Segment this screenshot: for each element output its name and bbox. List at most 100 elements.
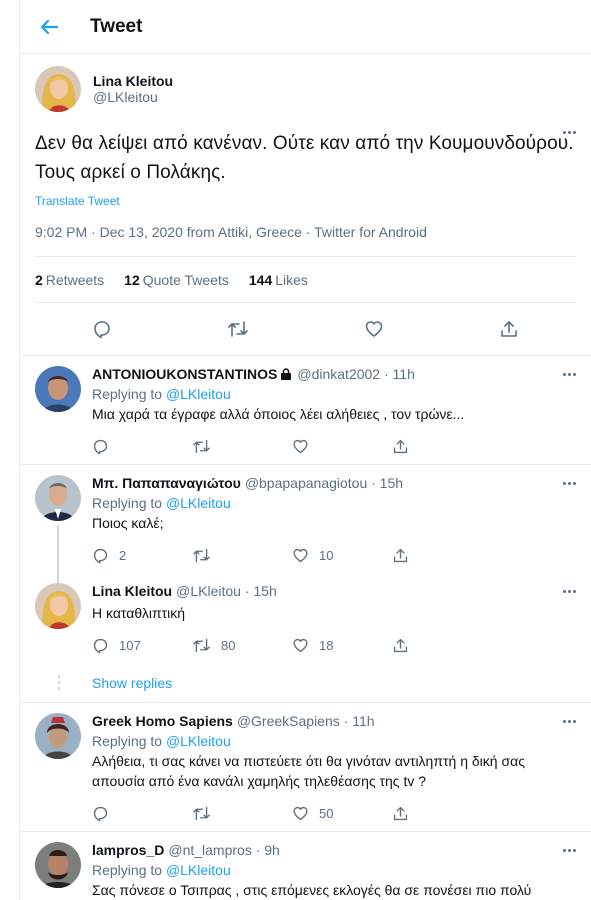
share-icon[interactable] xyxy=(392,438,492,455)
replying-prefix: Replying to xyxy=(92,733,163,749)
retweets-label: Retweets xyxy=(45,272,105,288)
likes-label: Likes xyxy=(275,272,308,288)
author-name[interactable]: Lina Kleitou xyxy=(93,73,173,89)
reply-item[interactable]: lampros_D @nt_lampros · 9h Replying to @… xyxy=(20,832,591,900)
quotes-label: Quote Tweets xyxy=(142,272,229,288)
replying-prefix: Replying to xyxy=(92,495,163,511)
reply-text: Ποιος καλέ; xyxy=(92,515,164,531)
tweet-author: Lina Kleitou @LKleitou xyxy=(35,54,576,134)
tweet-text: Δεν θα λείψει από κανέναν. Ούτε καν από … xyxy=(35,133,574,183)
reply-icon[interactable] xyxy=(92,438,192,455)
page-title: Tweet xyxy=(90,15,143,37)
show-replies-link[interactable]: Show replies xyxy=(92,675,172,691)
reply-text: Η καταθλιπτική xyxy=(92,605,186,621)
retweets-stat[interactable]: 2 Retweets xyxy=(35,272,104,288)
quotes-count: 12 xyxy=(124,272,140,288)
retweets-count: 2 xyxy=(35,272,43,288)
tweet-actions xyxy=(35,303,576,355)
replying-prefix: Replying to xyxy=(92,862,163,878)
reply-item[interactable]: ANTONIOUKONSTANTINOS @dinkat2002 · 11h R… xyxy=(20,356,591,465)
likes-stat[interactable]: 144 Likes xyxy=(249,272,308,288)
retweet-icon[interactable] xyxy=(192,438,292,455)
reply-actions xyxy=(92,428,492,464)
reply-icon[interactable] xyxy=(92,805,192,822)
retweet-count: 80 xyxy=(221,637,236,653)
reply-author-handle[interactable]: @dinkat2002 · 11h xyxy=(297,366,414,382)
avatar[interactable] xyxy=(35,713,81,759)
reply-text: Σας πόνεσε ο Τσιπρας , στις επόμενες εκλ… xyxy=(92,882,532,898)
more-icon[interactable] xyxy=(559,124,579,140)
share-icon[interactable] xyxy=(392,637,492,654)
tweet-meta: 9:02 PM · Dec 13, 2020 from Attiki, Gree… xyxy=(35,210,576,257)
more-icon[interactable] xyxy=(559,366,579,382)
reply-author-handle[interactable]: @bpapapanagiotou · 15h xyxy=(245,475,403,491)
reply-icon[interactable] xyxy=(92,319,112,339)
back-arrow-icon[interactable] xyxy=(38,16,60,38)
reply-author-name[interactable]: Μπ. Παπαπαναγιώτου xyxy=(92,475,241,491)
translate-tweet-link[interactable]: Translate Tweet xyxy=(35,194,120,208)
replying-prefix: Replying to xyxy=(92,386,163,402)
avatar[interactable] xyxy=(35,475,81,521)
retweet-icon[interactable] xyxy=(227,319,249,339)
avatar[interactable] xyxy=(35,583,81,629)
reply-item[interactable]: Lina Kleitou @LKleitou · 15h Η καταθλιπτ… xyxy=(20,573,591,663)
reply-text: Μια χαρά τα έγραφε αλλά όποιος λέει αλήθ… xyxy=(92,406,465,422)
reply-author-handle[interactable]: @GreekSapiens · 11h xyxy=(237,713,375,729)
share-icon[interactable] xyxy=(499,319,519,339)
reply-author-handle[interactable]: @LKleitou · 15h xyxy=(176,583,277,599)
like-icon[interactable] xyxy=(292,438,392,455)
reply-author-name[interactable]: ANTONIOUKONSTANTINOS xyxy=(92,366,277,382)
replying-to: Replying to @LKleitou xyxy=(92,733,576,749)
reply-author-name[interactable]: lampros_D xyxy=(92,842,164,858)
replying-to-link[interactable]: @LKleitou xyxy=(166,862,231,878)
more-icon[interactable] xyxy=(559,713,579,729)
like-icon[interactable]: 50 xyxy=(292,805,392,822)
reply-icon[interactable]: 2 xyxy=(92,547,192,564)
reply-actions: 2 10 xyxy=(92,537,492,573)
likes-count: 144 xyxy=(248,272,273,288)
like-icon[interactable]: 10 xyxy=(292,547,392,564)
show-replies-row[interactable]: Show replies xyxy=(20,663,591,703)
avatar[interactable] xyxy=(35,366,81,412)
author-handle[interactable]: @LKleitou xyxy=(93,89,173,105)
replying-to-link[interactable]: @LKleitou xyxy=(166,386,231,402)
replying-to-link[interactable]: @LKleitou xyxy=(166,733,231,749)
like-count: 50 xyxy=(319,805,334,821)
lock-icon xyxy=(279,367,293,381)
reply-actions: 107 80 18 xyxy=(92,627,492,663)
replying-to-link[interactable]: @LKleitou xyxy=(166,495,231,511)
reply-item[interactable]: Μπ. Παπαπαναγιώτου @bpapapanagiotou · 15… xyxy=(20,465,591,583)
retweet-icon[interactable] xyxy=(192,805,292,822)
author-names: Lina Kleitou @LKleitou xyxy=(93,73,173,105)
like-count: 10 xyxy=(319,547,334,563)
share-icon[interactable] xyxy=(392,805,492,822)
avatar[interactable] xyxy=(35,66,81,112)
quote-tweets-stat[interactable]: 12 Quote Tweets xyxy=(124,272,229,288)
retweet-icon[interactable] xyxy=(192,547,292,564)
reply-actions: 50 xyxy=(92,795,492,831)
reply-author-name[interactable]: Greek Homo Sapiens xyxy=(92,713,233,729)
tweet-detail-panel: Tweet Lina Kleitou @LKleitou Δεν θα λείψ… xyxy=(19,0,591,900)
share-icon[interactable] xyxy=(392,547,492,564)
reply-author-name[interactable]: Lina Kleitou xyxy=(92,583,172,599)
reply-item[interactable]: Greek Homo Sapiens @GreekSapiens · 11h R… xyxy=(20,703,591,832)
replying-to: Replying to @LKleitou xyxy=(92,495,576,511)
tweet-stats: 2 Retweets 12 Quote Tweets 144 Likes xyxy=(35,257,576,303)
more-icon[interactable] xyxy=(559,583,579,599)
thread-dots xyxy=(35,675,83,690)
reply-count: 2 xyxy=(119,547,127,563)
replying-to: Replying to @LKleitou xyxy=(92,386,576,402)
avatar[interactable] xyxy=(35,842,81,888)
more-icon[interactable] xyxy=(559,842,579,858)
like-icon[interactable]: 18 xyxy=(292,637,392,654)
main-tweet: Lina Kleitou @LKleitou Δεν θα λείψει από… xyxy=(20,54,591,356)
reply-text: Αλήθεια, τι σας κάνει να πιστεύετε ότι θ… xyxy=(92,753,525,789)
retweet-icon[interactable]: 80 xyxy=(192,637,292,654)
more-icon[interactable] xyxy=(559,475,579,491)
replying-to: Replying to @LKleitou xyxy=(92,862,576,878)
reply-icon[interactable]: 107 xyxy=(92,637,192,654)
reply-author-handle[interactable]: @nt_lampros · 9h xyxy=(168,842,279,858)
page-header: Tweet xyxy=(20,0,591,54)
reply-count: 107 xyxy=(119,637,141,653)
like-icon[interactable] xyxy=(364,319,384,339)
